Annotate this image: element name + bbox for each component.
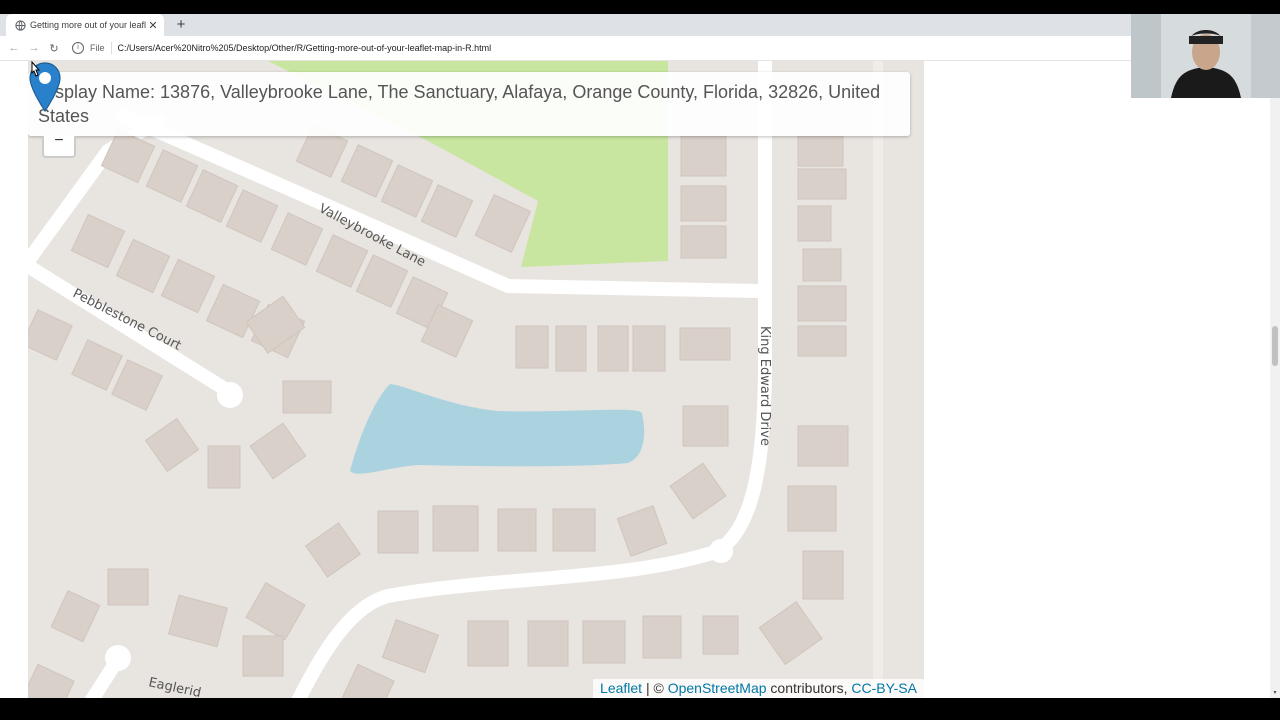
screen-bottom-edge [0,698,1280,720]
file-label: File [90,43,105,53]
divider [110,42,112,54]
tab-title: Getting more out of your leaflet [30,20,146,30]
vertical-scrollbar[interactable]: ▾ [1270,61,1280,698]
map-tiles: Valleybrooke Lane Pebblestone Court King… [28,61,924,698]
info-icon[interactable]: i [72,42,84,54]
tab-strip: Getting more out of your leaflet ✕ + [0,14,1131,36]
back-button[interactable]: ← [4,42,24,54]
location-popup: Display Name: 13876, Valleybrooke Lane, … [28,72,910,136]
map-attribution: Leaflet | © OpenStreetMap contributors, … [593,679,924,698]
forward-button[interactable]: → [24,42,44,54]
address-bar[interactable]: C:/Users/Acer%20Nitro%205/Desktop/Other/… [118,43,492,53]
scrollbar-thumb[interactable] [1272,326,1278,366]
screen: Getting more out of your leaflet ✕ + ← →… [0,0,1280,720]
new-tab-button[interactable]: + [172,15,190,35]
attribution-contributors: contributors, [766,680,852,696]
mouse-cursor-icon [31,61,41,77]
scroll-down-arrow[interactable]: ▾ [1270,689,1280,698]
zoom-out-button[interactable]: − [42,133,76,158]
webcam-overlay [1131,14,1280,98]
leaflet-link[interactable]: Leaflet [600,680,642,696]
close-tab-icon[interactable]: ✕ [146,19,160,32]
license-link[interactable]: CC-BY-SA [851,680,917,696]
globe-icon [14,19,26,31]
browser-tab[interactable]: Getting more out of your leaflet ✕ [6,14,164,36]
reload-button[interactable]: ↻ [44,42,64,55]
page-content: Valleybrooke Lane Pebblestone Court King… [0,61,1270,698]
attribution-separator: | © [642,680,668,696]
browser-toolbar: ← → ↻ i File C:/Users/Acer%20Nitro%205/D… [0,36,1131,61]
street-label-king-edward: King Edward Drive [757,326,772,446]
openstreetmap-link[interactable]: OpenStreetMap [668,680,767,696]
leaflet-map[interactable]: Valleybrooke Lane Pebblestone Court King… [28,61,924,698]
